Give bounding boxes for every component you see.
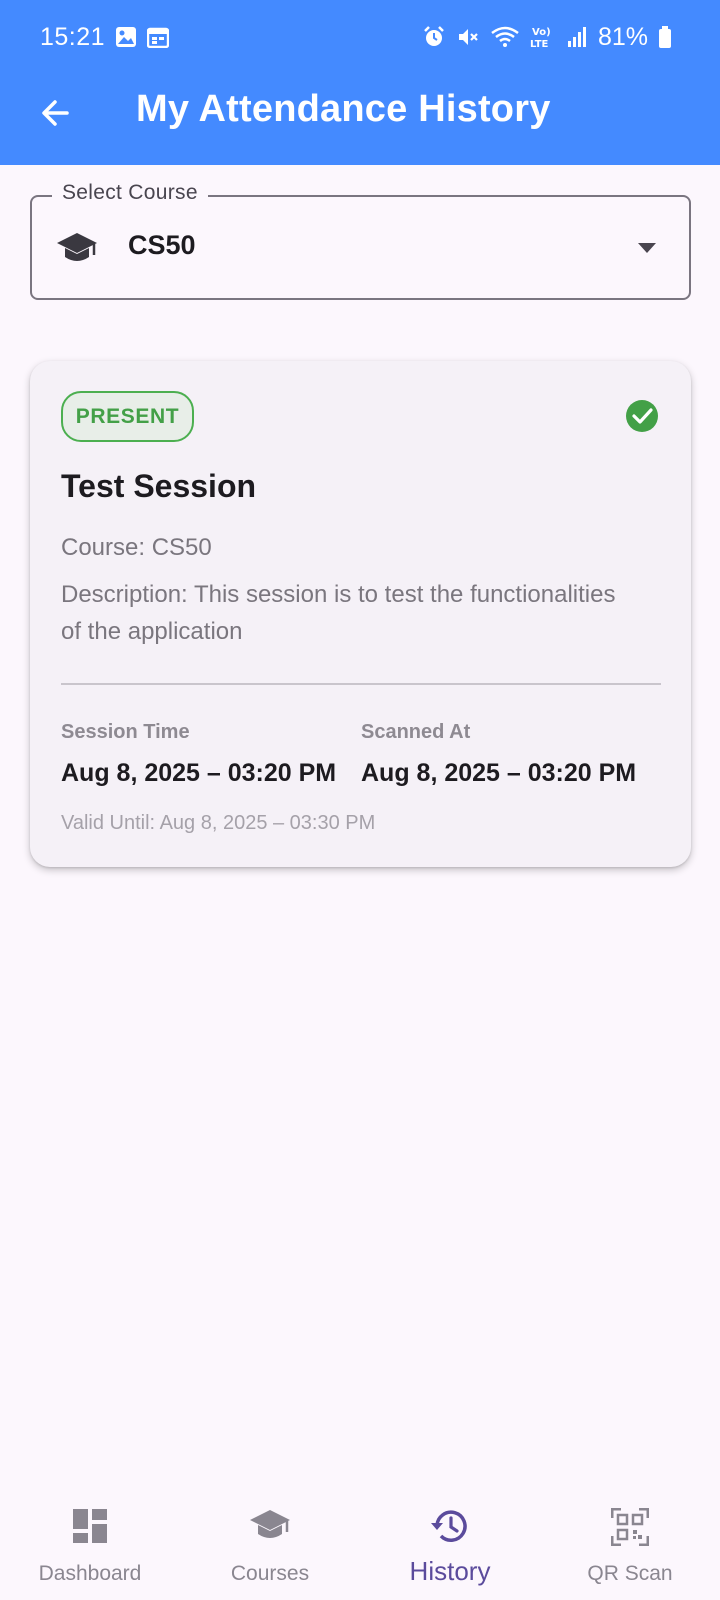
back-button[interactable] bbox=[32, 92, 78, 138]
graduation-cap-icon bbox=[56, 231, 98, 272]
session-time-value: Aug 8, 2025 – 03:20 PM bbox=[61, 759, 337, 787]
nav-dashboard[interactable]: Dashboard bbox=[0, 1490, 180, 1600]
status-time: 15:21 bbox=[40, 22, 106, 51]
select-course-label: Select Course bbox=[52, 181, 208, 205]
nav-label-qr-scan: QR Scan bbox=[587, 1562, 673, 1585]
divider bbox=[61, 683, 661, 685]
history-icon bbox=[430, 1508, 470, 1549]
course-select-dropdown[interactable]: Select Course CS50 bbox=[30, 181, 691, 300]
scanned-at-label: Scanned At bbox=[361, 721, 471, 743]
session-course: Course: CS50 bbox=[61, 534, 212, 561]
valid-until: Valid Until: Aug 8, 2025 – 03:30 PM bbox=[61, 812, 376, 834]
nav-label-courses: Courses bbox=[230, 1562, 310, 1585]
calendar-icon bbox=[147, 26, 170, 48]
attendance-record-card[interactable]: PRESENT Test Session Course: CS50 Descri… bbox=[30, 361, 691, 867]
session-title: Test Session bbox=[61, 468, 257, 504]
graduation-cap-icon bbox=[249, 1508, 291, 1549]
nav-label-dashboard: Dashboard bbox=[38, 1562, 142, 1585]
bottom-navigation: Dashboard Courses History QR Scan bbox=[0, 1490, 720, 1600]
selected-course-value: CS50 bbox=[128, 230, 196, 260]
alarm-icon bbox=[422, 25, 446, 49]
svg-text:LTE: LTE bbox=[530, 39, 549, 49]
status-bar: 15:21 Vo) LTE 81% bbox=[0, 0, 720, 74]
dashboard-icon bbox=[72, 1508, 108, 1549]
svg-text:Vo): Vo) bbox=[532, 27, 551, 38]
battery-percent: 81% bbox=[597, 22, 648, 51]
qr-scan-icon bbox=[610, 1507, 650, 1551]
arrow-back-icon bbox=[37, 95, 73, 136]
page-title: My Attendance History bbox=[136, 88, 551, 130]
scanned-at-value: Aug 8, 2025 – 03:20 PM bbox=[361, 759, 637, 787]
nav-label-history: History bbox=[409, 1556, 491, 1586]
check-circle-icon bbox=[625, 399, 659, 438]
wifi-icon bbox=[490, 25, 520, 49]
session-time-label: Session Time bbox=[61, 721, 190, 743]
battery-icon bbox=[658, 25, 672, 49]
nav-history[interactable]: History bbox=[360, 1490, 540, 1600]
top-bar: 15:21 Vo) LTE 81% My Attendance History bbox=[0, 0, 720, 165]
mute-icon bbox=[456, 25, 480, 49]
nav-qr-scan[interactable]: QR Scan bbox=[540, 1490, 720, 1600]
session-description: Description: This session is to test the… bbox=[61, 581, 616, 645]
status-badge: PRESENT bbox=[61, 391, 194, 442]
nav-courses[interactable]: Courses bbox=[180, 1490, 360, 1600]
signal-icon bbox=[566, 26, 588, 48]
gallery-icon bbox=[115, 26, 137, 48]
app-bar: My Attendance History bbox=[0, 74, 720, 165]
volte-icon: Vo) LTE bbox=[530, 25, 556, 49]
dropdown-arrow-icon bbox=[637, 241, 657, 259]
